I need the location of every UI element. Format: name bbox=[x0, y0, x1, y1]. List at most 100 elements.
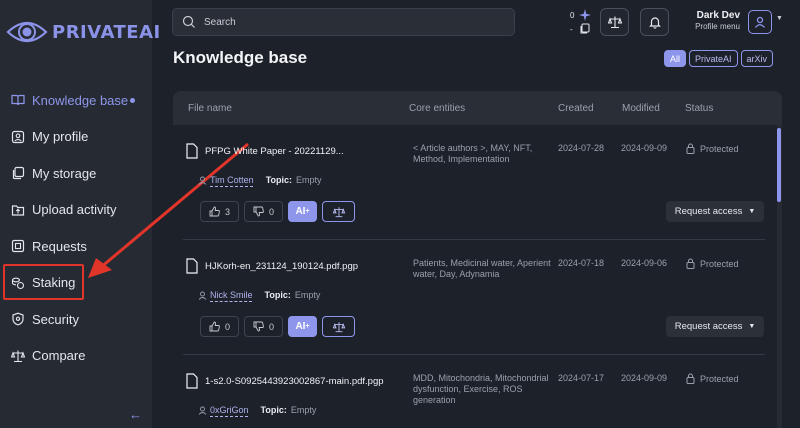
table-row: 1-s2.0-S0925443923002867-main.pdf.pgp 0x… bbox=[173, 355, 775, 428]
counter-top: 0 bbox=[570, 11, 575, 20]
dislike-count: 0 bbox=[268, 321, 274, 332]
person-icon bbox=[198, 406, 207, 415]
file-icon bbox=[185, 258, 199, 274]
table-header: File name Core entities Created Modified… bbox=[173, 91, 782, 125]
token-counters[interactable]: 0 - bbox=[566, 8, 596, 38]
header-status[interactable]: Status bbox=[685, 103, 713, 114]
sparkle-icon bbox=[579, 9, 591, 21]
modified-date: 2024-09-09 bbox=[621, 373, 668, 383]
scales-icon bbox=[332, 321, 345, 333]
header-modified[interactable]: Modified bbox=[622, 103, 660, 114]
core-entities: Patients, Medicinal water, Aperient wate… bbox=[413, 258, 551, 279]
page-title: Knowledge base bbox=[173, 48, 308, 67]
file-name[interactable]: 1-s2.0-S0925443923002867-main.pdf.pgp bbox=[185, 373, 384, 389]
notifications-button[interactable] bbox=[640, 8, 669, 36]
compare-button[interactable] bbox=[600, 8, 629, 36]
created-date: 2024-07-28 bbox=[558, 143, 605, 153]
modified-date: 2024-09-06 bbox=[621, 258, 668, 268]
table-row: HJKorh-en_231124_190124.pdf.pgp Nick Smi… bbox=[173, 240, 775, 355]
file-copy-icon bbox=[579, 23, 591, 35]
core-entities: MDD, Mitochondria, Mitochondrial dysfunc… bbox=[413, 373, 549, 405]
file-icon bbox=[185, 143, 199, 159]
user-icon bbox=[753, 15, 767, 29]
author-link[interactable]: Tim Cotten bbox=[210, 175, 254, 185]
compare-file-button[interactable] bbox=[322, 201, 355, 222]
file-meta: Tim Cotten Topic: Empty bbox=[198, 175, 322, 185]
file-name-text: HJKorh-en_231124_190124.pdf.pgp bbox=[205, 260, 359, 272]
counter-bottom: - bbox=[570, 25, 573, 34]
filter-all[interactable]: All bbox=[664, 50, 687, 67]
header-core-entities[interactable]: Core entities bbox=[409, 103, 465, 114]
status-badge: Protected bbox=[686, 143, 739, 154]
person-icon bbox=[198, 176, 207, 185]
thumbs-up-icon bbox=[209, 321, 220, 332]
file-icon bbox=[185, 373, 199, 389]
thumbs-up-icon bbox=[209, 206, 220, 217]
lock-icon bbox=[686, 258, 695, 269]
lock-icon bbox=[686, 143, 695, 154]
plus-icon: + bbox=[305, 323, 310, 330]
like-count: 0 bbox=[224, 321, 230, 332]
bell-icon bbox=[648, 15, 662, 29]
dislike-button[interactable]: 0 bbox=[244, 316, 283, 337]
scales-icon bbox=[607, 15, 622, 29]
person-icon bbox=[198, 291, 207, 300]
like-count: 3 bbox=[224, 206, 230, 217]
filter-arxiv[interactable]: arXiv bbox=[740, 50, 774, 67]
plus-icon: + bbox=[305, 208, 310, 215]
compare-file-button[interactable] bbox=[322, 316, 355, 337]
dislike-count: 0 bbox=[268, 206, 274, 217]
profile-menu[interactable]: Dark Dev Profile menu bbox=[680, 10, 740, 31]
scrollbar-thumb[interactable] bbox=[777, 128, 781, 202]
dislike-button[interactable]: 0 bbox=[244, 201, 283, 222]
like-button[interactable]: 0 bbox=[200, 316, 239, 337]
file-name-text: 1-s2.0-S0925443923002867-main.pdf.pgp bbox=[205, 375, 384, 387]
request-access-label: Request access bbox=[674, 321, 743, 332]
modified-date: 2024-09-09 bbox=[621, 143, 668, 153]
file-meta: Nick Smile Topic: Empty bbox=[198, 290, 320, 300]
row-actions: 3 0 AI + bbox=[200, 201, 355, 222]
lock-icon bbox=[686, 373, 695, 384]
core-entities: < Article authors >, MAY, NFT, Method, I… bbox=[413, 143, 533, 164]
scales-icon bbox=[332, 206, 345, 218]
author-link[interactable]: 0xGriGon bbox=[210, 405, 249, 415]
request-access-button[interactable]: Request access ▼ bbox=[666, 201, 764, 222]
created-date: 2024-07-18 bbox=[558, 258, 605, 268]
status-badge: Protected bbox=[686, 258, 739, 269]
ai-label: AI bbox=[295, 321, 306, 332]
ai-button[interactable]: AI + bbox=[288, 316, 317, 337]
file-name[interactable]: PFPG White Paper - 20221129... bbox=[185, 143, 344, 159]
author-link[interactable]: Nick Smile bbox=[210, 290, 253, 300]
caret-down-icon: ▼ bbox=[748, 208, 756, 215]
topic-label: Topic: bbox=[260, 405, 287, 415]
user-name: Dark Dev bbox=[696, 10, 740, 21]
ai-button[interactable]: AI + bbox=[288, 201, 317, 222]
caret-down-icon[interactable]: ▼ bbox=[776, 15, 783, 22]
header-created[interactable]: Created bbox=[558, 103, 594, 114]
caret-down-icon: ▼ bbox=[748, 323, 756, 330]
topic-label: Topic: bbox=[265, 175, 293, 185]
header-file-name[interactable]: File name bbox=[188, 103, 232, 114]
request-access-button[interactable]: Request access ▼ bbox=[666, 316, 764, 337]
ai-label: AI bbox=[295, 206, 306, 217]
created-date: 2024-07-17 bbox=[558, 373, 605, 383]
row-actions: 0 0 AI + bbox=[200, 316, 355, 337]
file-meta: 0xGriGon Topic: Empty bbox=[198, 405, 316, 415]
like-button[interactable]: 3 bbox=[200, 201, 239, 222]
table-row: PFPG White Paper - 20221129... Tim Cotte… bbox=[173, 125, 775, 240]
topic-value: Empty bbox=[296, 175, 322, 185]
request-access-label: Request access bbox=[674, 206, 743, 217]
thumbs-down-icon bbox=[253, 206, 264, 217]
profile-menu-label: Profile menu bbox=[695, 22, 740, 31]
status-text: Protected bbox=[700, 143, 739, 154]
topic-label: Topic: bbox=[264, 290, 291, 300]
filter-privateai[interactable]: PrivateAI bbox=[689, 50, 738, 67]
source-filters: All PrivateAI arXiv bbox=[664, 50, 774, 67]
topic-value: Empty bbox=[294, 290, 321, 300]
search-bar[interactable] bbox=[172, 8, 515, 36]
file-name[interactable]: HJKorh-en_231124_190124.pdf.pgp bbox=[185, 258, 358, 274]
avatar[interactable] bbox=[748, 10, 772, 34]
search-input[interactable] bbox=[204, 16, 494, 28]
status-text: Protected bbox=[700, 373, 739, 384]
search-icon bbox=[182, 15, 196, 29]
